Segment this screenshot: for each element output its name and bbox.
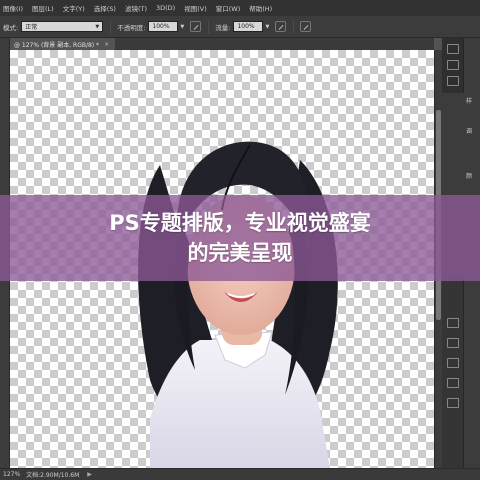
panel-label-adjust[interactable]: 调 (466, 128, 480, 135)
chevron-down-icon: ▼ (95, 23, 100, 30)
document-size: 文档:2.90M/10.6M (26, 472, 80, 479)
layer-visibility-icon[interactable] (447, 318, 459, 328)
menu-image[interactable]: 图像(I) (3, 3, 23, 13)
menu-window[interactable]: 窗口(W) (216, 3, 241, 13)
flow-dropdown-icon[interactable]: ▼ (265, 24, 269, 30)
opacity-dropdown-icon[interactable]: ▼ (180, 24, 184, 30)
close-icon[interactable]: × (104, 41, 109, 48)
flow-label: 流量: (215, 23, 231, 32)
menu-layer[interactable]: 图层(L) (32, 3, 54, 13)
panel-strip (442, 38, 464, 93)
document-tab-title: @ 127% (背景 副本, RGB/8) * (14, 41, 100, 49)
options-bar: 模式: 正常 ▼ 不透明度: 100% ▼ 流量: 100% ▼ (0, 16, 480, 38)
menu-help[interactable]: 帮助(H) (249, 3, 272, 13)
status-bar: 127% 文档:2.90M/10.6M ▶ (0, 468, 480, 480)
menu-3d[interactable]: 3D(D) (156, 4, 175, 12)
zoom-level[interactable]: 127% (3, 471, 20, 478)
history-panel-icon[interactable] (447, 44, 459, 54)
airbrush-icon[interactable] (275, 21, 287, 32)
mode-label: 模式: (3, 23, 19, 32)
menu-filter[interactable]: 滤镜(T) (125, 3, 147, 13)
panel-label-style[interactable]: 样 (466, 98, 480, 105)
title-banner: PS专题排版，专业视觉盛宴 的完美呈现 (0, 195, 480, 281)
menu-view[interactable]: 视图(V) (184, 3, 207, 13)
actions-panel-icon[interactable] (447, 76, 459, 86)
opacity-field[interactable]: 100% (148, 21, 179, 32)
document-tab[interactable]: @ 127% (背景 副本, RGB/8) * × (10, 38, 116, 50)
layers-panel (442, 278, 464, 468)
menu-arrow-icon[interactable]: ▶ (87, 471, 92, 478)
menu-bar: 图像(I) 图层(L) 文字(Y) 选择(S) 滤镜(T) 3D(D) 视图(V… (0, 0, 480, 16)
document-tab-row: @ 127% (背景 副本, RGB/8) * × (10, 38, 434, 50)
opacity-value: 100% (152, 23, 170, 30)
flow-value: 100% (237, 23, 255, 30)
layer-fx-icon[interactable] (447, 378, 459, 388)
flow-field[interactable]: 100% (233, 21, 264, 32)
banner-line-2: 的完美呈现 (187, 241, 293, 265)
pressure-size-icon[interactable] (300, 21, 312, 32)
divider (293, 19, 295, 34)
layer-link-icon[interactable] (447, 358, 459, 368)
mode-select[interactable]: 正常 ▼ (21, 21, 104, 32)
divider (208, 19, 210, 34)
pressure-icon[interactable] (190, 21, 202, 32)
mode-value: 正常 (25, 24, 38, 31)
opacity-label: 不透明度: (117, 23, 146, 32)
panel-label-color[interactable]: 颜 (466, 173, 480, 180)
menu-select[interactable]: 选择(S) (94, 3, 116, 13)
banner-line-1: PS专题排版，专业视觉盛宴 (109, 211, 371, 235)
properties-panel-icon[interactable] (447, 60, 459, 70)
divider (110, 19, 112, 34)
layer-mask-icon[interactable] (447, 398, 459, 408)
menu-type[interactable]: 文字(Y) (63, 3, 85, 13)
layer-lock-icon[interactable] (447, 338, 459, 348)
